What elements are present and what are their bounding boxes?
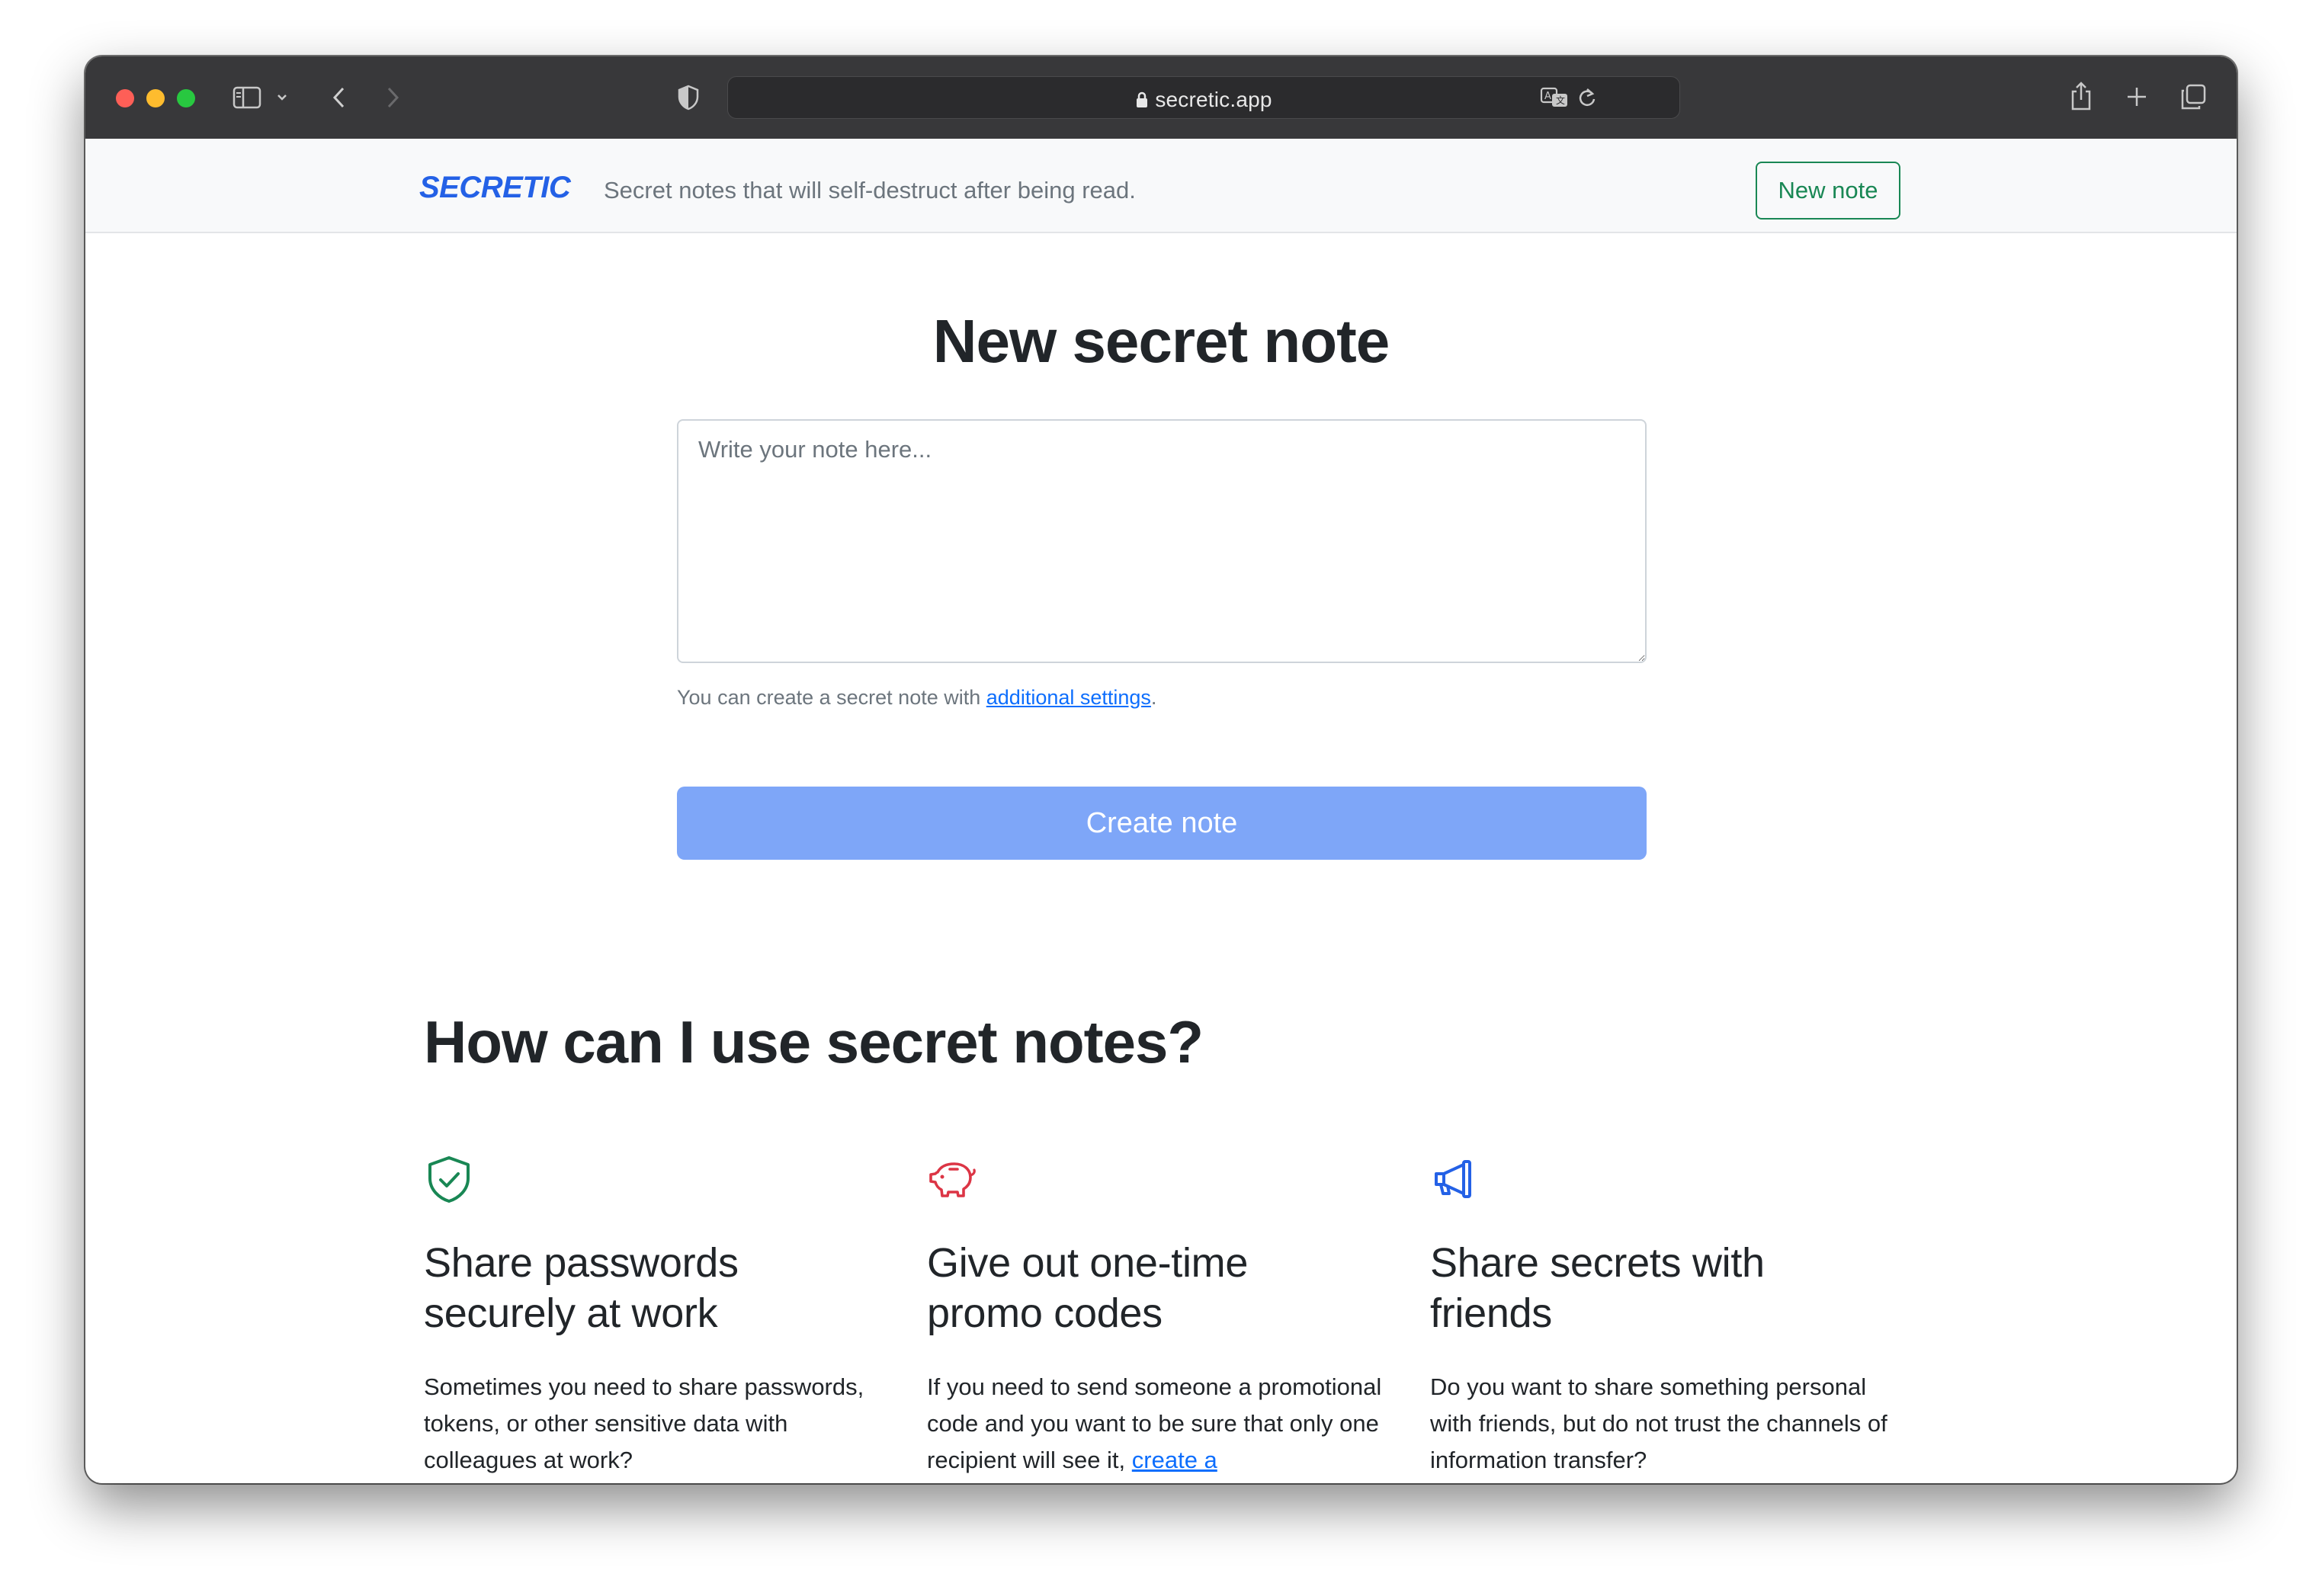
additional-settings-hint: You can create a secret note with additi… <box>677 686 1156 710</box>
feature-title-line1: Share secrets with <box>1430 1240 1765 1286</box>
forward-arrow-icon[interactable] <box>381 84 404 111</box>
lock-icon <box>1135 90 1149 114</box>
feature-title-line1: Give out one-time <box>927 1240 1249 1286</box>
piggy-bank-icon <box>927 1154 977 1204</box>
new-note-button[interactable]: New note <box>1756 162 1900 220</box>
secretic-logo[interactable]: SECRETIC <box>419 171 571 205</box>
back-arrow-icon[interactable] <box>328 84 351 111</box>
note-textarea[interactable] <box>677 419 1647 663</box>
reload-icon[interactable] <box>1576 86 1599 109</box>
feature-text: Do you want to share something personal … <box>1430 1373 1887 1473</box>
translate-icon[interactable]: A文 <box>1539 86 1570 109</box>
close-window-button[interactable] <box>116 89 134 107</box>
feature-title-line2: securely at work <box>424 1290 718 1336</box>
minimize-window-button[interactable] <box>146 89 165 107</box>
browser-window: secretic.app A文 SECRETIC Secret notes th… <box>85 56 2237 1483</box>
share-icon[interactable] <box>2067 79 2095 113</box>
megaphone-icon <box>1430 1154 1480 1204</box>
feature-title: Share secrets with friends <box>1430 1238 1903 1338</box>
additional-settings-link[interactable]: additional settings <box>986 686 1151 709</box>
tab-overview-icon[interactable] <box>2179 82 2208 111</box>
zoom-window-button[interactable] <box>177 89 195 107</box>
hint-prefix: You can create a secret note with <box>677 686 986 709</box>
browser-titlebar: secretic.app A文 <box>85 56 2237 139</box>
section-title: How can I use secret notes? <box>424 1008 1204 1075</box>
create-a-note-link[interactable]: create a <box>1132 1447 1217 1473</box>
svg-text:文: 文 <box>1556 95 1565 106</box>
address-bar[interactable]: secretic.app A文 <box>727 76 1680 119</box>
new-tab-icon[interactable] <box>2124 84 2150 110</box>
privacy-shield-icon[interactable] <box>675 84 701 111</box>
site-navbar: SECRETIC Secret notes that will self-des… <box>85 139 2237 233</box>
page-title: New secret note <box>932 307 1390 375</box>
feature-title: Share passwords securely at work <box>424 1238 896 1338</box>
url-display: secretic.app <box>728 88 1679 114</box>
feature-text: Sometimes you need to share passwords, t… <box>424 1373 864 1473</box>
feature-title: Give out one-time promo codes <box>927 1238 1400 1338</box>
site-tagline: Secret notes that will self-destruct aft… <box>604 177 1136 204</box>
feature-title-line1: Share passwords <box>424 1240 739 1286</box>
hint-suffix: . <box>1150 686 1157 709</box>
feature-title-line2: promo codes <box>927 1290 1163 1336</box>
create-note-button[interactable]: Create note <box>677 787 1647 860</box>
feature-text: If you need to send someone a promotiona… <box>927 1369 1407 1479</box>
sidebar-toggle-icon[interactable] <box>232 85 262 110</box>
shield-check-icon <box>424 1154 474 1204</box>
url-text: secretic.app <box>1155 88 1272 111</box>
chevron-down-icon[interactable] <box>274 90 290 105</box>
svg-text:A: A <box>1544 91 1551 102</box>
feature-title-line2: friends <box>1430 1290 1552 1336</box>
